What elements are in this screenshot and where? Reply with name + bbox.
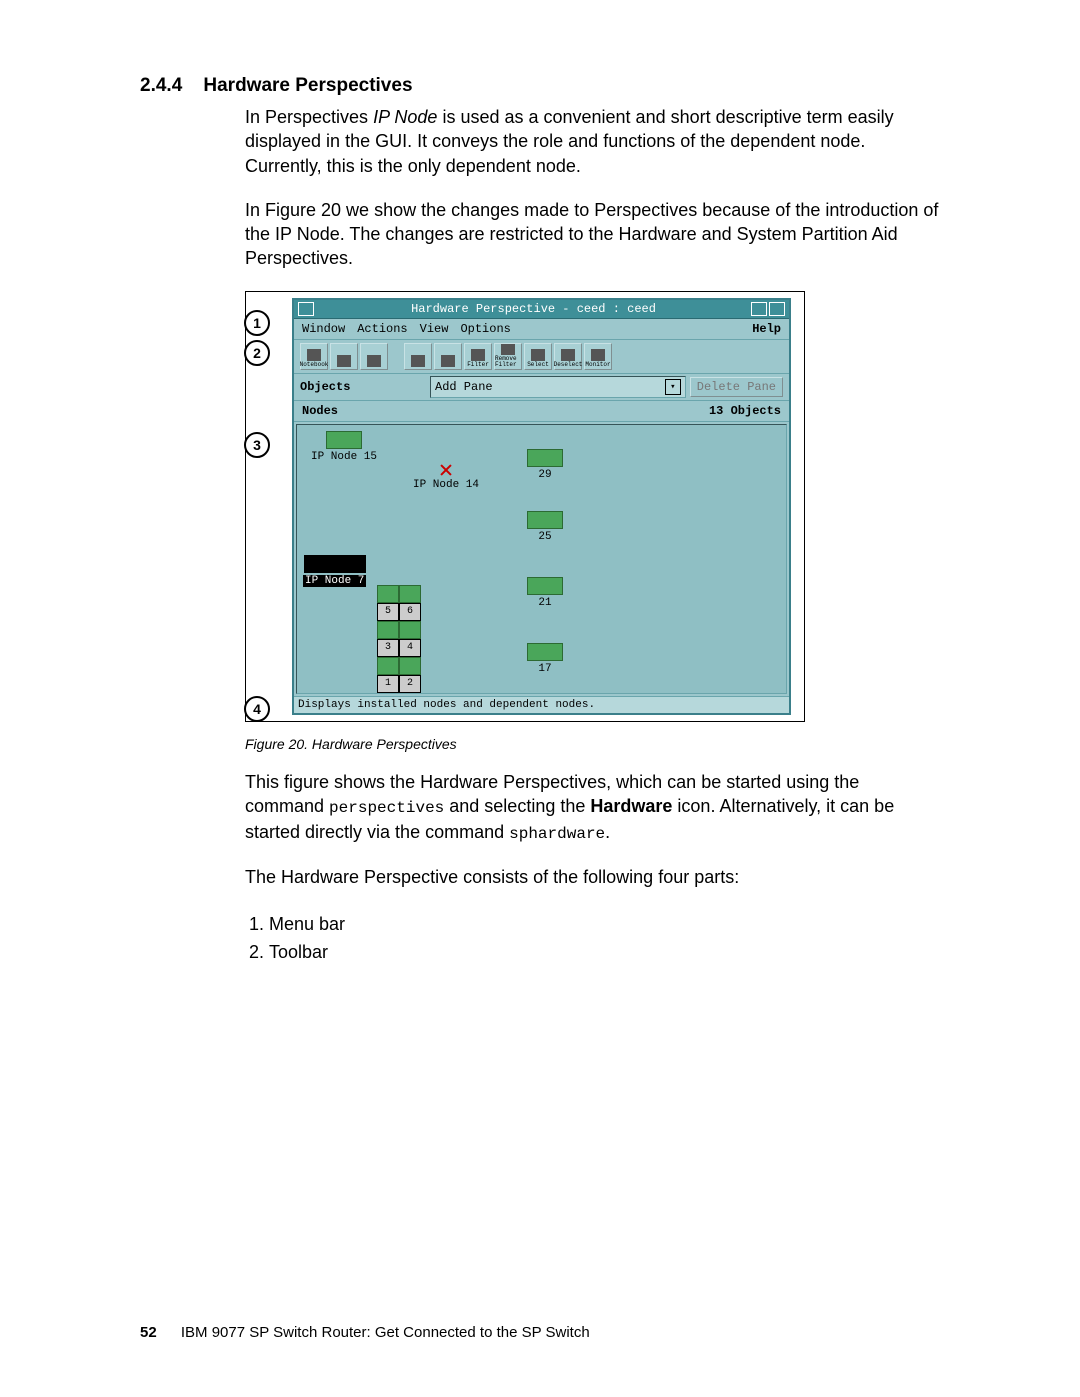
nodes-canvas[interactable]: IP Node 15 IP Node 14 IP Node 7 29 25	[296, 424, 787, 694]
add-pane-label: Add Pane	[435, 380, 493, 394]
status-bar: Displays installed nodes and dependent n…	[294, 696, 789, 713]
add-pane-dropdown[interactable]: Add Pane ▾	[430, 376, 686, 398]
objects-label: Objects	[300, 380, 430, 394]
toolbar-btn-4[interactable]	[404, 343, 432, 370]
slot-5[interactable]: 5	[377, 603, 399, 621]
toolbar-icon	[441, 355, 455, 367]
toolbar: Notebook Filter Remove Filter Select Des…	[294, 340, 789, 374]
menu-actions[interactable]: Actions	[357, 322, 407, 336]
page-number: 52	[140, 1324, 157, 1341]
node-25[interactable]: 25	[527, 511, 563, 543]
node-ip-7[interactable]: IP Node 7	[303, 555, 366, 587]
figure-20: 1 2 3 4 Hardware Perspective - ceed : ce…	[245, 291, 805, 722]
slot-3[interactable]: 3	[377, 639, 399, 657]
node-icon	[527, 643, 563, 661]
deselect-icon	[561, 349, 575, 361]
window-title: Hardware Perspective - ceed : ceed	[318, 302, 749, 316]
delete-pane-button[interactable]: Delete Pane	[690, 377, 783, 397]
error-icon	[439, 463, 453, 477]
slot-6[interactable]: 6	[399, 603, 421, 621]
figure-caption: Figure 20. Hardware Perspectives	[245, 736, 940, 752]
node-icon	[326, 431, 362, 449]
list-item: Menu bar	[269, 910, 940, 939]
slot-grid[interactable]: 56 34 12	[377, 585, 421, 693]
node-icon	[527, 449, 563, 467]
toolbar-icon	[411, 355, 425, 367]
menu-options[interactable]: Options	[460, 322, 510, 336]
select-icon	[531, 349, 545, 361]
callout-1: 1	[244, 310, 270, 336]
command-sphardware: sphardware	[509, 825, 605, 843]
toolbar-select[interactable]: Select	[524, 343, 552, 370]
slot-4[interactable]: 4	[399, 639, 421, 657]
pane-title: Nodes	[302, 404, 338, 418]
menu-help[interactable]: Help	[752, 322, 781, 336]
toolbar-btn-3[interactable]	[360, 343, 388, 370]
toolbar-btn-5[interactable]	[434, 343, 462, 370]
footer-text: IBM 9077 SP Switch Router: Get Connected…	[181, 1324, 590, 1341]
notebook-icon	[307, 349, 321, 361]
parts-list: Menu bar Toolbar	[245, 910, 940, 968]
callout-3: 3	[244, 432, 270, 458]
section-title-text: Hardware Perspectives	[203, 75, 412, 96]
slot-icon	[377, 621, 399, 639]
node-icon	[527, 511, 563, 529]
window-titlebar[interactable]: Hardware Perspective - ceed : ceed	[294, 300, 789, 319]
toolbar-notebook[interactable]: Notebook	[300, 343, 328, 370]
slot-icon	[377, 585, 399, 603]
chevron-down-icon[interactable]: ▾	[665, 379, 681, 395]
filter-icon	[471, 349, 485, 361]
callout-2: 2	[244, 340, 270, 366]
slot-icon	[399, 621, 421, 639]
hardware-icon-ref: Hardware	[590, 796, 672, 816]
toolbar-monitor[interactable]: Monitor	[584, 343, 612, 370]
section-number: 2.4.4	[140, 75, 182, 96]
hardware-perspective-window: Hardware Perspective - ceed : ceed Windo…	[292, 298, 791, 715]
node-ip-14[interactable]: IP Node 14	[413, 463, 479, 491]
toolbar-remove-filter[interactable]: Remove Filter	[494, 343, 522, 370]
command-perspectives: perspectives	[329, 799, 444, 817]
toolbar-icon	[337, 355, 351, 367]
toolbar-btn-2[interactable]	[330, 343, 358, 370]
monitor-icon	[591, 349, 605, 361]
menu-bar: Window Actions View Options Help	[294, 319, 789, 340]
remove-filter-icon	[501, 344, 515, 355]
maximize-icon[interactable]	[769, 302, 785, 316]
menu-window[interactable]: Window	[302, 322, 345, 336]
toolbar-filter[interactable]: Filter	[464, 343, 492, 370]
node-icon	[304, 555, 366, 573]
object-count: 13 Objects	[709, 404, 781, 418]
paragraph-1: In Perspectives IP Node is used as a con…	[245, 105, 940, 178]
slot-2[interactable]: 2	[399, 675, 421, 693]
node-21[interactable]: 21	[527, 577, 563, 609]
list-item: Toolbar	[269, 938, 940, 967]
toolbar-icon	[367, 355, 381, 367]
slot-icon	[399, 585, 421, 603]
pane-bar: Objects Add Pane ▾ Delete Pane	[294, 374, 789, 401]
window-menu-icon[interactable]	[298, 302, 314, 316]
minimize-icon[interactable]	[751, 302, 767, 316]
term-ip-node: IP Node	[373, 107, 437, 127]
node-icon	[527, 577, 563, 595]
toolbar-deselect[interactable]: Deselect	[554, 343, 582, 370]
menu-view[interactable]: View	[420, 322, 449, 336]
slot-1[interactable]: 1	[377, 675, 399, 693]
pane-header: Nodes 13 Objects	[294, 401, 789, 422]
node-17[interactable]: 17	[527, 643, 563, 675]
node-29[interactable]: 29	[527, 449, 563, 481]
node-ip-15[interactable]: IP Node 15	[311, 431, 377, 463]
callout-4: 4	[244, 696, 270, 722]
paragraph-2: In Figure 20 we show the changes made to…	[245, 198, 940, 271]
slot-icon	[377, 657, 399, 675]
section-heading: 2.4.4 Hardware Perspectives	[140, 75, 940, 97]
page-footer: 52 IBM 9077 SP Switch Router: Get Connec…	[140, 1324, 590, 1341]
slot-icon	[399, 657, 421, 675]
paragraph-4: The Hardware Perspective consists of the…	[245, 865, 940, 889]
paragraph-3: This figure shows the Hardware Perspecti…	[245, 770, 940, 845]
